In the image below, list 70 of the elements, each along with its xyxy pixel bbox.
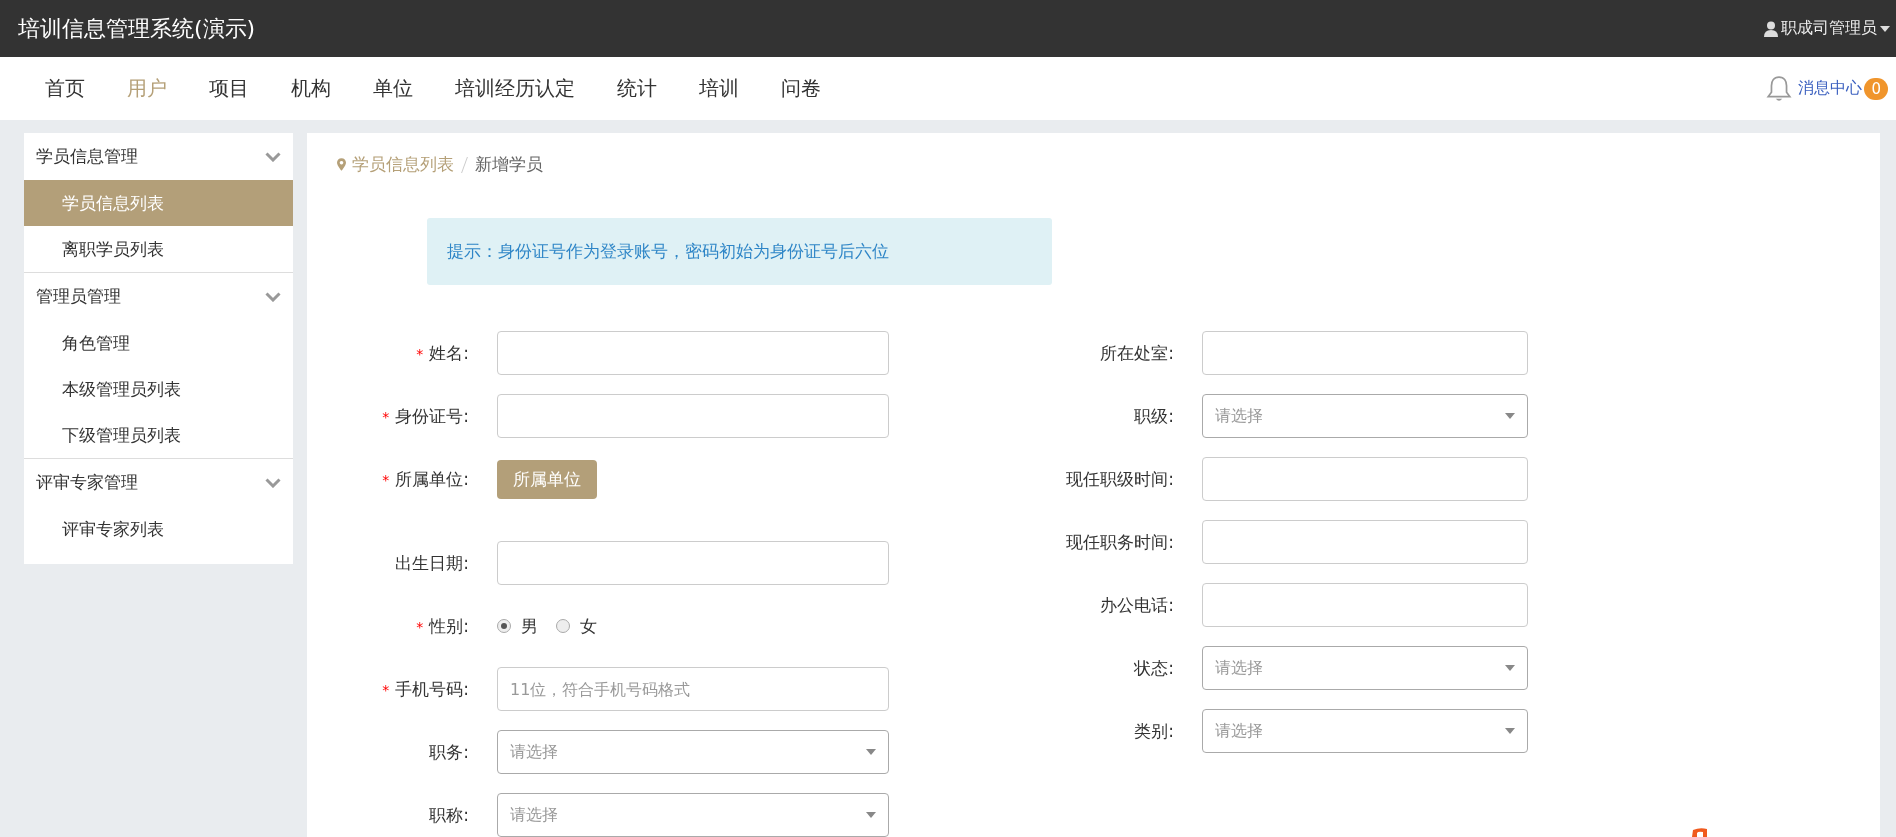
nav-tab[interactable]: 培训 <box>678 75 760 102</box>
field-label-text: 办公电话: <box>1100 594 1174 615</box>
field-label-text: 姓名: <box>429 342 469 363</box>
input-field[interactable]: 11位，符合手机号码格式 <box>497 667 889 711</box>
nav-tab[interactable]: 问卷 <box>760 75 842 102</box>
message-count-badge: 0 <box>1864 77 1888 100</box>
sidebar-group-header[interactable]: 评审专家管理 <box>24 459 293 506</box>
notice-text: 提示：身份证号作为登录账号，密码初始为身份证号后六位 <box>447 240 889 263</box>
radio-button[interactable] <box>497 619 511 633</box>
dropdown-arrow-icon <box>866 812 876 818</box>
app-title: 培训信息管理系统(演示) <box>18 14 256 43</box>
required-mark: * <box>416 345 424 362</box>
dropdown-arrow-icon <box>866 749 876 755</box>
input-field[interactable] <box>1202 331 1528 375</box>
dropdown-arrow-icon <box>1505 728 1515 734</box>
sidebar-group-label: 学员信息管理 <box>36 145 138 168</box>
radio-label: 男 <box>521 614 538 638</box>
radio-button[interactable] <box>556 619 570 633</box>
field-label-text: 出生日期: <box>395 552 469 573</box>
sidebar-group-header[interactable]: 管理员管理 <box>24 273 293 320</box>
sidebar-group-header[interactable]: 学员信息管理 <box>24 133 293 180</box>
field-label-text: 职称: <box>429 804 469 825</box>
nav-tab[interactable]: 单位 <box>352 75 434 102</box>
user-icon <box>1764 20 1778 37</box>
sidebar-item[interactable]: 下级管理员列表 <box>24 412 293 458</box>
field-label-text: 手机号码: <box>395 678 469 699</box>
nav-tab[interactable]: 机构 <box>270 75 352 102</box>
floating-widget-icon[interactable] <box>1690 827 1710 837</box>
input-field[interactable] <box>497 331 889 375</box>
breadcrumb-current-page: 新增学员 <box>475 153 543 176</box>
field-label-text: 职级: <box>1134 405 1174 426</box>
field-label-text: 所属单位: <box>395 468 469 489</box>
required-mark: * <box>382 681 390 698</box>
nav-tab[interactable]: 首页 <box>24 75 106 102</box>
chevron-down-icon <box>265 477 281 488</box>
chevron-down-icon <box>265 151 281 162</box>
sidebar-group-label: 管理员管理 <box>36 285 121 308</box>
nav-tab[interactable]: 项目 <box>188 75 270 102</box>
field-label-text: 状态: <box>1134 657 1174 678</box>
user-menu[interactable]: 职成司管理员 <box>1764 18 1890 39</box>
sidebar-item[interactable]: 角色管理 <box>24 320 293 366</box>
field-label-text: 现任职级时间: <box>1066 468 1174 489</box>
bell-icon[interactable] <box>1766 74 1793 103</box>
field-label-text: 所在处室: <box>1100 342 1174 363</box>
caret-icon <box>1880 25 1890 32</box>
field-label-text: 性别: <box>429 615 469 636</box>
input-field[interactable] <box>1202 520 1528 564</box>
required-mark: * <box>382 471 390 488</box>
chevron-down-icon <box>265 291 281 302</box>
field-label-text: 现任职务时间: <box>1066 531 1174 552</box>
required-mark: * <box>382 408 390 425</box>
nav-tab[interactable]: 统计 <box>596 75 678 102</box>
radio-label: 女 <box>580 614 597 638</box>
input-field[interactable] <box>1202 457 1528 501</box>
dropdown-arrow-icon <box>1505 413 1515 419</box>
field-label-text: 类别: <box>1134 720 1174 741</box>
input-field[interactable] <box>1202 583 1528 627</box>
location-pin-icon <box>337 158 346 171</box>
sidebar-item[interactable]: 本级管理员列表 <box>24 366 293 412</box>
sidebar-item[interactable]: 评审专家列表 <box>24 506 293 552</box>
input-field[interactable] <box>497 541 889 585</box>
sidebar-item[interactable]: 离职学员列表 <box>24 226 293 272</box>
sidebar-group-label: 评审专家管理 <box>36 471 138 494</box>
field-label-text: 职务: <box>429 741 469 762</box>
input-field[interactable] <box>497 394 889 438</box>
nav-tab[interactable]: 培训经历认定 <box>434 75 596 102</box>
message-center-link[interactable]: 消息中心 <box>1798 78 1863 99</box>
required-mark: * <box>416 618 424 635</box>
dropdown-arrow-icon <box>1505 665 1515 671</box>
field-label-text: 身份证号: <box>395 405 469 426</box>
